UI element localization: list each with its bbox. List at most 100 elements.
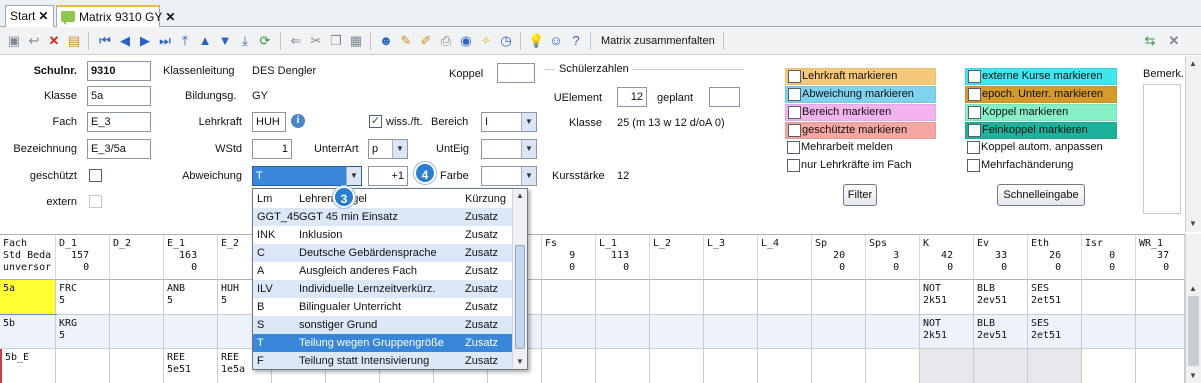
mehrfachaenderung-checkbox[interactable]: [967, 159, 980, 172]
grid-header-isr[interactable]: Isr 0 0: [1082, 235, 1136, 280]
scroll-down-icon[interactable]: ▼: [516, 357, 524, 366]
grid-cell[interactable]: [596, 280, 650, 315]
next-record-icon[interactable]: ▶: [137, 33, 153, 49]
koppel-autom-anpassen-toggle[interactable]: Koppel autom. anpassen: [965, 140, 1117, 157]
scroll-up-icon[interactable]: ▲: [1189, 284, 1197, 293]
grid-cell[interactable]: [866, 315, 920, 349]
geplant-field[interactable]: [709, 87, 740, 107]
grid-header-l_3[interactable]: L_3: [704, 235, 758, 280]
filter-button[interactable]: Filter: [843, 184, 877, 206]
grid-cell[interactable]: [1082, 280, 1136, 315]
grid-header-k[interactable]: K 42 0: [920, 235, 974, 280]
epoch-unterr-markieren-toggle[interactable]: epoch. Unterr. markieren: [965, 86, 1117, 103]
grid-cell[interactable]: [110, 280, 164, 315]
nur-lehrkraefte-checkbox[interactable]: [787, 159, 800, 172]
grid-cell[interactable]: [758, 315, 812, 349]
extern-checkbox[interactable]: [89, 195, 102, 208]
grid-cell[interactable]: BLB 2ev51: [974, 280, 1028, 315]
grid-row-label-5a[interactable]: 5a: [0, 280, 56, 315]
clock-icon[interactable]: ◷: [498, 33, 514, 49]
abweichung-markieren-toggle[interactable]: Abweichung markieren: [785, 86, 936, 103]
abweichung-select[interactable]: T ▼: [252, 166, 362, 186]
scroll-up-icon[interactable]: ▲: [1189, 59, 1197, 68]
grid-row-label-5b[interactable]: 5b: [0, 314, 57, 350]
geschuetzte-markieren-toggle[interactable]: geschützte markieren: [785, 122, 936, 139]
close-window-icon[interactable]: ✕: [1166, 33, 1182, 49]
grid-cell[interactable]: [1028, 349, 1082, 383]
last-record-icon[interactable]: ⏭: [157, 33, 173, 49]
grid-header-ev[interactable]: Ev 33 0: [974, 235, 1028, 280]
grid-header-l_1[interactable]: L_1 113 0: [596, 235, 650, 280]
klasse-field[interactable]: 5a: [87, 86, 151, 106]
grid-header-d_1[interactable]: D_1 157 0: [56, 235, 110, 280]
unterrart-select[interactable]: p ▼: [368, 139, 408, 159]
print-icon[interactable]: ⎙: [438, 33, 454, 49]
move-bottom-icon[interactable]: ⤓: [237, 33, 253, 49]
grid-cell[interactable]: [542, 280, 596, 315]
lightbulb-icon[interactable]: 💡: [528, 33, 544, 49]
scroll-up-icon[interactable]: ▲: [516, 191, 524, 200]
grid-cell[interactable]: [1136, 280, 1185, 315]
grid-row-label-5b_e[interactable]: 5b_E: [0, 349, 56, 383]
koppel-markieren-checkbox[interactable]: [968, 106, 981, 119]
grid-cell[interactable]: [704, 280, 758, 315]
grid-cell[interactable]: [812, 315, 866, 349]
scroll-thumb[interactable]: [1188, 296, 1199, 366]
grid-cell[interactable]: FRC 5: [56, 280, 110, 315]
grid-cell[interactable]: [596, 349, 650, 383]
grid-cell[interactable]: [758, 349, 812, 383]
grid-header-wr_1[interactable]: WR_1 37 0: [1136, 235, 1185, 280]
first-record-icon[interactable]: ⏮: [97, 33, 113, 49]
bezeichnung-field[interactable]: E_3/5a: [87, 139, 151, 159]
form-scrollbar[interactable]: ▲ ▼: [1185, 56, 1201, 232]
tab-start[interactable]: Start ✕: [5, 5, 54, 27]
dropdown-option-t[interactable]: T Teilung wegen Gruppengröße Zusatz: [253, 334, 512, 352]
chevron-down-icon[interactable]: ▼: [392, 140, 407, 158]
mehrfachaenderung-toggle[interactable]: Mehrfachänderung: [965, 158, 1117, 175]
grid-header-sp[interactable]: Sp 20 0: [812, 235, 866, 280]
grid-cell[interactable]: [758, 280, 812, 315]
grid-cell[interactable]: [866, 349, 920, 383]
grid-cell[interactable]: [110, 315, 164, 349]
abweichung-markieren-checkbox[interactable]: [788, 88, 801, 101]
scroll-down-icon[interactable]: ▼: [1189, 371, 1197, 380]
dropdown-option-ggt_45[interactable]: GGT_45 GGT 45 min Einsatz Zusatz: [253, 208, 512, 226]
grid-cell[interactable]: SES 2et51: [1028, 315, 1082, 349]
save-icon[interactable]: ▣: [6, 33, 22, 49]
grid-header-l_4[interactable]: L_4: [758, 235, 812, 280]
bereich-markieren-checkbox[interactable]: [788, 106, 801, 119]
chevron-down-icon[interactable]: ▼: [521, 113, 536, 131]
feinkoppel-markieren-toggle[interactable]: Feinkoppel markieren: [965, 122, 1117, 139]
delete-icon[interactable]: ✕: [46, 33, 62, 49]
koppel-field[interactable]: [497, 63, 535, 83]
grid-cell[interactable]: SES 2et51: [1028, 280, 1082, 315]
move-top-icon[interactable]: ⤒: [177, 33, 193, 49]
bereich-markieren-toggle[interactable]: Bereich markieren: [785, 104, 936, 121]
fach-field[interactable]: E_3: [87, 112, 151, 132]
grid-header-d_2[interactable]: D_2: [110, 235, 164, 280]
copy-icon[interactable]: ❐: [328, 33, 344, 49]
users-icon[interactable]: ☺: [548, 33, 564, 49]
report-icon[interactable]: ✎: [398, 33, 414, 49]
chevron-down-icon[interactable]: ▼: [521, 167, 536, 185]
cut-icon[interactable]: ✂: [308, 33, 324, 49]
grid-cell[interactable]: ANB 5: [164, 280, 218, 315]
move-down-icon[interactable]: ▼: [217, 33, 233, 49]
grid-cell[interactable]: BLB 2ev51: [974, 315, 1028, 349]
grid-cell[interactable]: [1082, 315, 1136, 349]
grid-cell[interactable]: [56, 349, 110, 383]
wissft-checkbox[interactable]: ✓: [369, 115, 382, 128]
grid-cell[interactable]: [812, 349, 866, 383]
mehrarbeit-melden-checkbox[interactable]: [787, 141, 800, 154]
abweichung-delta-field[interactable]: +1: [368, 166, 408, 186]
paste-icon[interactable]: ▦: [348, 33, 364, 49]
grid-cell[interactable]: [650, 349, 704, 383]
koppel-markieren-toggle[interactable]: Koppel markieren: [965, 104, 1117, 121]
grid-cell[interactable]: [650, 315, 704, 349]
dropdown-option-b[interactable]: B Bilingualer Unterricht Zusatz: [253, 298, 512, 316]
geschuetzt-checkbox[interactable]: [89, 169, 102, 182]
broom-icon[interactable]: ✧: [478, 33, 494, 49]
chevron-down-icon[interactable]: ▼: [346, 167, 361, 185]
grid-header-sps[interactable]: Sps 3 0: [866, 235, 920, 280]
grid-cell[interactable]: [542, 315, 596, 349]
